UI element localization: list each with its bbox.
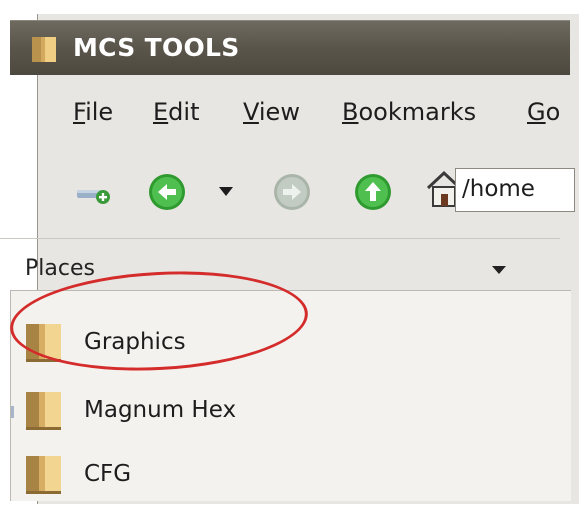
sidebar-item-magnum-hex[interactable]: Magnum Hex xyxy=(11,377,571,441)
new-folder-icon[interactable] xyxy=(75,180,111,206)
chevron-down-icon[interactable] xyxy=(492,266,506,274)
menu-view[interactable]: View xyxy=(243,98,300,126)
sidebar-title: Places xyxy=(25,256,95,281)
menu-go[interactable]: Go xyxy=(527,98,560,126)
menu-bookmarks[interactable]: Bookmarks xyxy=(342,98,476,126)
sidebar-item-label: CFG xyxy=(84,461,132,487)
back-icon[interactable] xyxy=(147,172,187,212)
menu-edit[interactable]: Edit xyxy=(153,98,199,126)
forward-icon[interactable] xyxy=(272,172,312,212)
folder-icon xyxy=(26,456,61,494)
folder-icon xyxy=(32,37,56,62)
window-title: MCS TOOLS xyxy=(73,33,240,62)
edge-artifact xyxy=(11,406,14,418)
window-titlebar[interactable]: MCS TOOLS xyxy=(10,20,570,75)
menubar: File Edit View Bookmarks Go xyxy=(0,86,560,140)
sidebar-item-cfg[interactable]: CFG xyxy=(11,441,571,505)
toolbar: /home xyxy=(0,150,575,216)
folder-icon xyxy=(26,392,61,430)
sidebar-item-label: Magnum Hex xyxy=(84,397,237,423)
location-bar[interactable]: /home xyxy=(455,168,575,212)
menu-file[interactable]: File xyxy=(73,98,113,126)
back-history-dropdown-icon[interactable] xyxy=(218,186,234,198)
up-icon[interactable] xyxy=(353,172,393,212)
